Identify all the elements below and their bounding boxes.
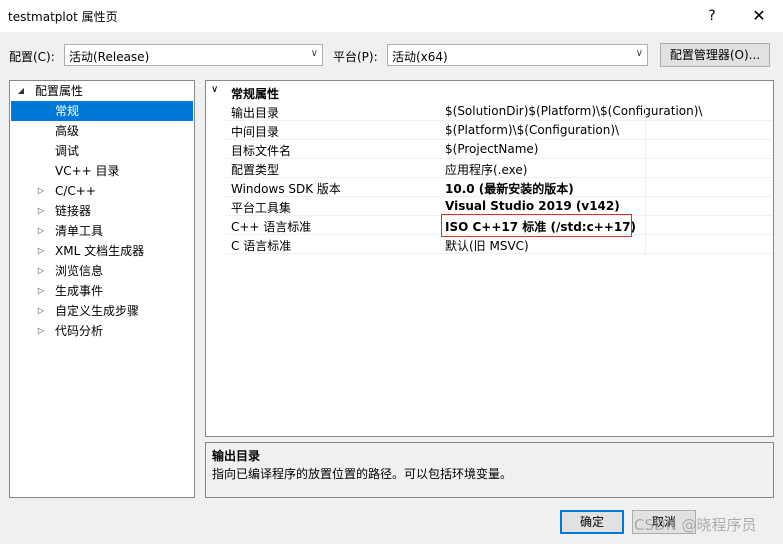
collapsed-triangle-icon[interactable]: ▷ xyxy=(35,181,47,201)
tree-item[interactable]: VC++ 目录 xyxy=(11,161,193,181)
expanded-triangle-icon[interactable]: ◢ xyxy=(15,81,27,101)
tree-item-label: 调试 xyxy=(55,144,80,158)
tree-item-label: 清单工具 xyxy=(55,224,104,238)
property-value[interactable]: 默认(旧 MSVC) xyxy=(445,237,529,254)
tree-item[interactable]: ▷ 链接器 xyxy=(11,201,193,221)
tree-item[interactable]: ▷ 清单工具 xyxy=(11,221,193,241)
property-row[interactable]: Windows SDK 版本 10.0 (最新安装的版本) xyxy=(226,178,773,197)
property-tree[interactable]: ◢ 配置属性 常规高级调试 VC++ 目录 ▷ C/C++ ▷ 链接器 ▷ 清单工具 ▷ XML … xyxy=(9,80,195,498)
column-divider[interactable] xyxy=(645,102,646,255)
tree-item-label: 代码分析 xyxy=(55,324,104,338)
property-row[interactable]: 中间目录 $(Platform)\$(Configuration)\ xyxy=(226,121,773,140)
tree-item[interactable]: ▷ XML 文档生成器 xyxy=(11,241,193,261)
chevron-down-icon: ∨ xyxy=(635,48,643,59)
tree-item[interactable]: ▷ 代码分析 xyxy=(11,321,193,341)
grid-category-row[interactable]: ∨ 常规属性 xyxy=(206,84,773,102)
help-button[interactable]: ? xyxy=(690,0,734,32)
tree-item-label: 常规 xyxy=(55,104,80,118)
tree-item-label: 生成事件 xyxy=(55,284,104,298)
ok-button[interactable]: 确定 xyxy=(560,510,624,534)
config-label: 配置(C): xyxy=(9,50,55,64)
property-value[interactable]: $(ProjectName) xyxy=(445,142,538,156)
property-grid[interactable]: ∨ 常规属性 输出目录 $(SolutionDir)$(Platform)\$(C… xyxy=(205,80,774,437)
property-row[interactable]: 目标文件名 $(ProjectName) xyxy=(226,140,773,159)
property-value[interactable]: $(Platform)\$(Configuration)\ xyxy=(445,123,619,137)
grid-category-label: 常规属性 xyxy=(231,87,280,101)
property-row[interactable]: 输出目录 $(SolutionDir)$(Platform)\$(Configur… xyxy=(226,102,773,121)
tree-root-label: 配置属性 xyxy=(35,84,84,98)
tree-item-label: C/C++ xyxy=(55,184,96,198)
description-panel: 输出目录 指向已编译程序的放置位置的路径。可以包括环境变量。 xyxy=(205,442,774,498)
tree-item-label: 高级 xyxy=(55,124,80,138)
property-value[interactable]: 10.0 (最新安装的版本) xyxy=(445,180,574,197)
collapsed-triangle-icon[interactable]: ▷ xyxy=(35,281,47,301)
property-name: 目标文件名 xyxy=(231,144,292,158)
close-button[interactable]: ✕ xyxy=(737,0,781,32)
chevron-down-icon: ∨ xyxy=(310,48,318,59)
config-value: 活动(Release) xyxy=(69,50,150,64)
tree-item-label: XML 文档生成器 xyxy=(55,244,145,258)
description-title: 输出目录 xyxy=(212,449,261,463)
collapsed-triangle-icon[interactable]: ▷ xyxy=(35,321,47,341)
platform-label: 平台(P): xyxy=(333,50,378,64)
tree-item-label: 链接器 xyxy=(55,204,92,218)
tree-root-item[interactable]: ◢ 配置属性 xyxy=(11,81,193,101)
property-name: 配置类型 xyxy=(231,163,280,177)
collapsed-triangle-icon[interactable]: ▷ xyxy=(35,261,47,281)
collapsed-triangle-icon[interactable]: ▷ xyxy=(35,301,47,321)
property-name: C 语言标准 xyxy=(231,239,292,253)
tree-item[interactable]: ▷ 自定义生成步骤 xyxy=(11,301,193,321)
collapsed-triangle-icon[interactable]: ▷ xyxy=(35,221,47,241)
property-name: 中间目录 xyxy=(231,125,280,139)
config-manager-button[interactable]: 配置管理器(O)... xyxy=(660,43,770,67)
title-bar: testmatplot 属性页 ? ✕ xyxy=(0,0,783,32)
platform-value: 活动(x64) xyxy=(392,50,448,64)
watermark: CSDN @晓程序员 xyxy=(634,516,757,534)
tree-item-label: 浏览信息 xyxy=(55,264,104,278)
description-text: 指向已编译程序的放置位置的路径。可以包括环境变量。 xyxy=(212,467,513,481)
property-value[interactable]: $(SolutionDir)$(Platform)\$(Configuratio… xyxy=(445,104,702,118)
tree-item[interactable]: ▷ 浏览信息 xyxy=(11,261,193,281)
tree-item[interactable]: ▷ C/C++ xyxy=(11,181,193,201)
property-name: C++ 语言标准 xyxy=(231,220,312,234)
tree-item-label: VC++ 目录 xyxy=(55,164,120,178)
tree-item[interactable]: ▷ 生成事件 xyxy=(11,281,193,301)
property-name: Windows SDK 版本 xyxy=(231,182,341,196)
property-value[interactable]: 应用程序(.exe) xyxy=(445,161,527,178)
tree-item[interactable]: 常规 xyxy=(11,101,193,121)
tree-item-label: 自定义生成步骤 xyxy=(55,304,140,318)
highlight-box xyxy=(441,214,632,237)
platform-dropdown[interactable]: 活动(x64) ∨ xyxy=(387,44,648,66)
window-title: testmatplot 属性页 xyxy=(8,10,118,24)
property-name: 输出目录 xyxy=(231,106,280,120)
collapse-chevron-icon[interactable]: ∨ xyxy=(211,84,218,95)
property-row[interactable]: C 语言标准 默认(旧 MSVC) xyxy=(226,235,773,254)
tree-item[interactable]: 调试 xyxy=(11,141,193,161)
property-row[interactable]: 配置类型 应用程序(.exe) xyxy=(226,159,773,178)
collapsed-triangle-icon[interactable]: ▷ xyxy=(35,241,47,261)
property-name: 平台工具集 xyxy=(231,201,292,215)
config-dropdown[interactable]: 活动(Release) ∨ xyxy=(64,44,323,66)
collapsed-triangle-icon[interactable]: ▷ xyxy=(35,201,47,221)
tree-item[interactable]: 高级 xyxy=(11,121,193,141)
property-value[interactable]: Visual Studio 2019 (v142) xyxy=(445,199,620,213)
